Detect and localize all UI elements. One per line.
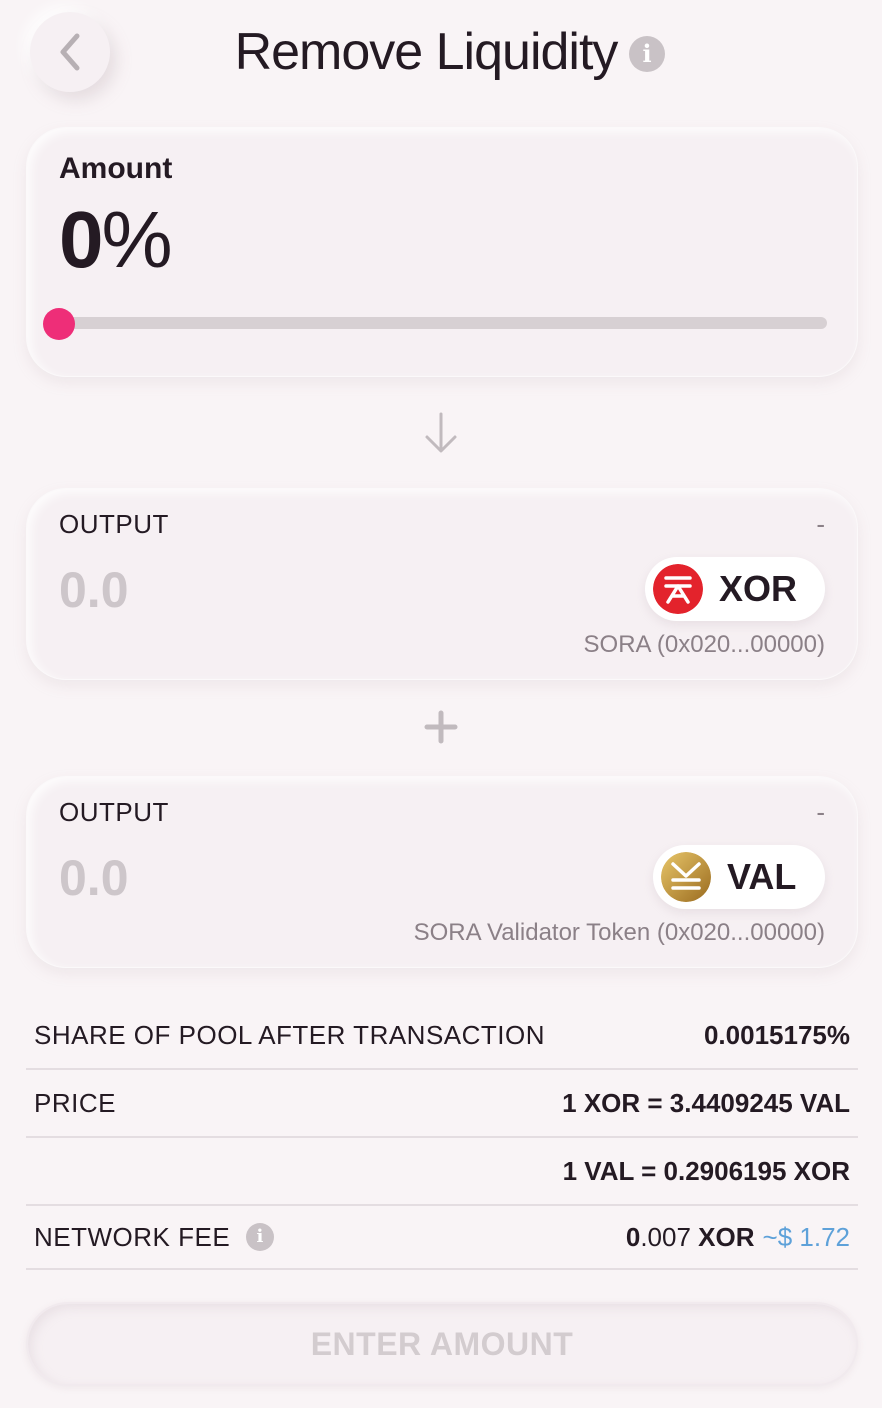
info-row-fee: NETWORK FEE i 0.007 XOR ~$ 1.72	[26, 1206, 858, 1270]
output-balance: -	[816, 797, 825, 827]
amount-label: Amount	[59, 152, 173, 185]
xor-token-icon	[653, 564, 703, 614]
page-title: Remove Liquidity	[234, 23, 619, 81]
price-val-xor: 1 VAL = 0.2906195 XOR	[562, 1155, 850, 1186]
info-icon[interactable]: i	[629, 36, 665, 72]
info-icon[interactable]: i	[246, 1223, 275, 1251]
token-select-xor[interactable]: XOR	[645, 557, 825, 621]
plus-icon	[424, 710, 458, 744]
price-label: PRICE	[34, 1087, 116, 1118]
info-row-share: SHARE OF POOL AFTER TRANSACTION 0.001517…	[26, 1002, 858, 1070]
token-select-val[interactable]: VAL	[653, 845, 825, 909]
share-label: SHARE OF POOL AFTER TRANSACTION	[34, 1019, 546, 1050]
amount-number: 0	[59, 195, 103, 284]
fee-usd: ~$ 1.72	[762, 1221, 850, 1252]
info-row-price-inverse: 1 VAL = 0.2906195 XOR	[26, 1138, 858, 1206]
amount-slider-thumb[interactable]	[43, 308, 75, 340]
fee-value: 0.007 XOR ~$ 1.72	[626, 1222, 850, 1253]
amount-slider-track[interactable]	[59, 317, 827, 329]
token-name: SORA Validator Token (0x020...00000)	[413, 919, 825, 946]
token-name: SORA (0x020...00000)	[583, 631, 825, 658]
enter-amount-button[interactable]: ENTER AMOUNT	[26, 1302, 858, 1386]
output-balance: -	[816, 509, 825, 539]
val-token-icon	[661, 852, 711, 902]
output-value[interactable]: 0.0	[59, 849, 129, 907]
fee-symbol: XOR	[698, 1221, 755, 1252]
fee-label: NETWORK FEE	[34, 1221, 231, 1252]
fee-label-wrap: NETWORK FEE i	[34, 1221, 275, 1253]
share-value: 0.0015175%	[703, 1019, 850, 1050]
output-label: OUTPUT	[59, 509, 169, 539]
amount-card: Amount 0%	[26, 127, 858, 377]
amount-value: 0%	[59, 194, 173, 286]
token-symbol: VAL	[727, 856, 797, 897]
output-value[interactable]: 0.0	[59, 561, 129, 619]
info-row-price: PRICE 1 XOR = 3.4409245 VAL	[26, 1070, 858, 1138]
output-label: OUTPUT	[59, 797, 169, 827]
arrow-down-icon	[425, 412, 457, 453]
output-card-xor[interactable]: OUTPUT - 0.0 XOR SORA (0x020...00000)	[26, 488, 858, 680]
fee-dec: .007	[640, 1221, 691, 1252]
token-symbol: XOR	[719, 568, 798, 609]
amount-unit: %	[101, 195, 173, 284]
price-xor-val: 1 XOR = 3.4409245 VAL	[562, 1087, 850, 1118]
fee-int: 0	[625, 1221, 641, 1252]
output-card-val[interactable]: OUTPUT - 0.0 VAL SORA Validator Token (0…	[26, 776, 858, 968]
header: Remove Liquidity i	[0, 0, 882, 110]
